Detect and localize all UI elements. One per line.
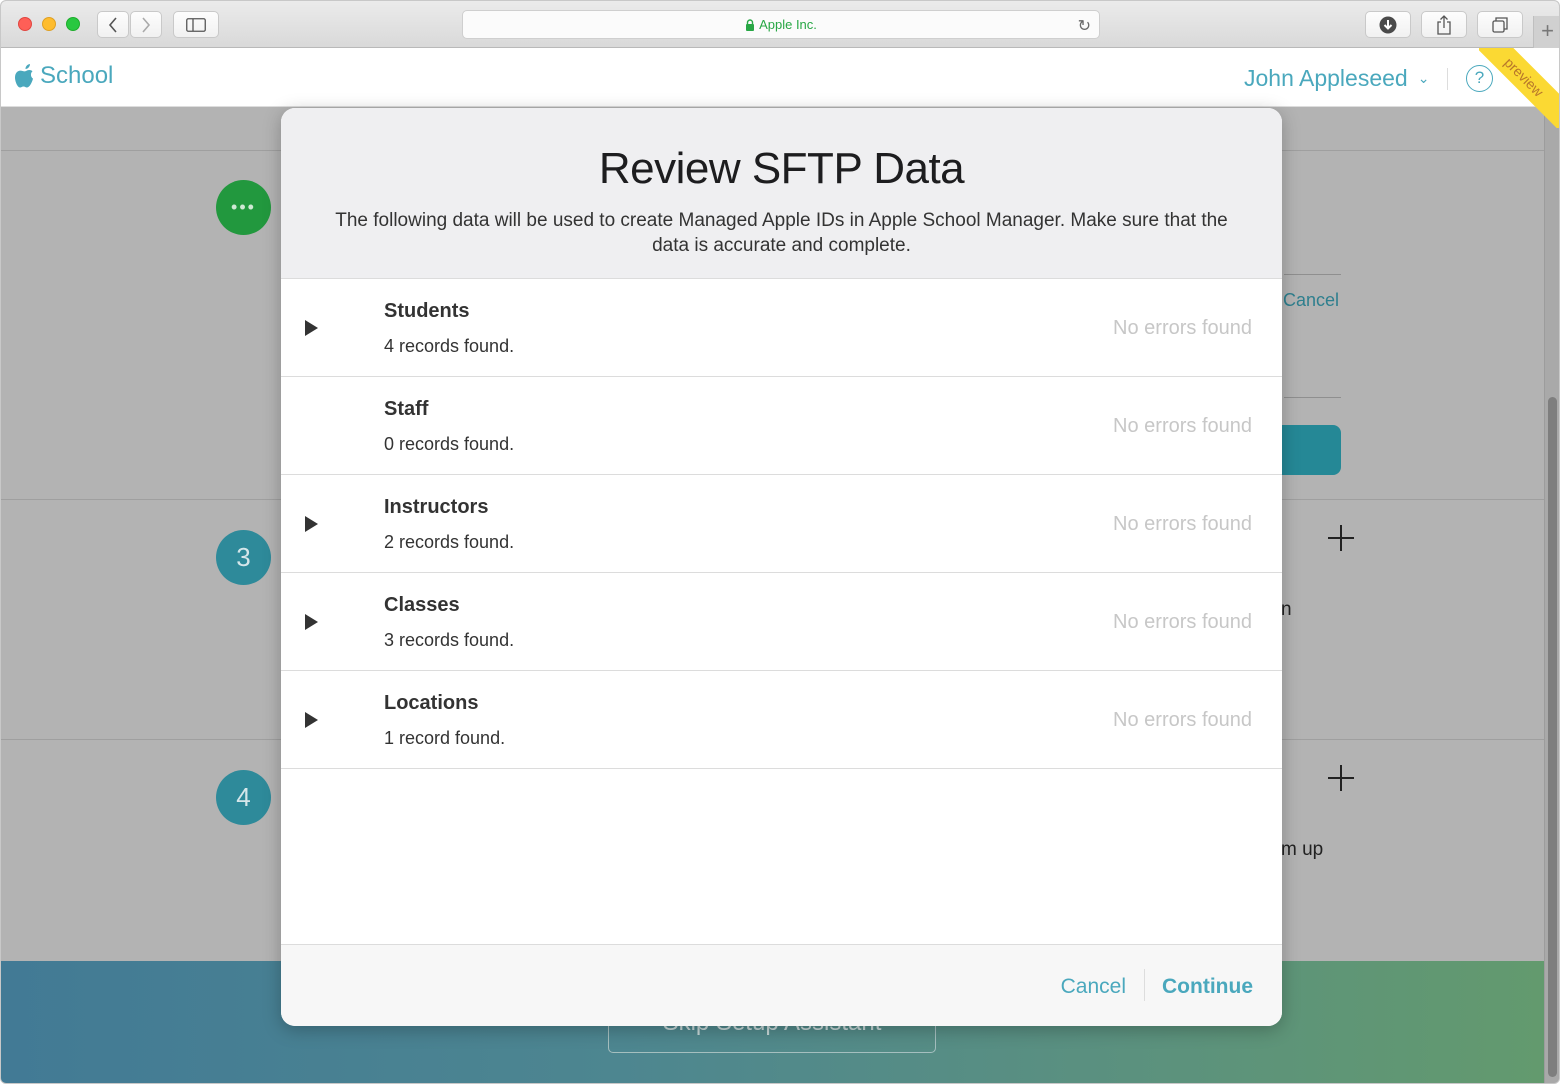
new-tab-button[interactable]: + (1533, 16, 1559, 48)
disclosure-triangle-icon[interactable] (305, 320, 318, 336)
dialog-footer: Cancel Continue (281, 944, 1282, 1026)
record-count: 4 records found. (384, 336, 515, 356)
disclosure-triangle-icon[interactable] (305, 516, 318, 532)
category-name: Staff (384, 398, 429, 420)
validation-status: No errors found (1113, 611, 1252, 633)
divider (1284, 397, 1341, 398)
category-name: Classes (384, 594, 460, 616)
category-name: Instructors (384, 496, 489, 518)
dialog-subtitle: The following data will be used to creat… (335, 210, 1228, 256)
sidebar-toggle-button[interactable] (173, 11, 219, 38)
close-window-button[interactable] (18, 17, 32, 31)
minimize-window-button[interactable] (42, 17, 56, 31)
browser-toolbar: Apple Inc. ↻ + (1, 1, 1559, 48)
zoom-window-button[interactable] (66, 17, 80, 31)
lock-icon (746, 18, 755, 31)
record-count: 2 records found. (384, 532, 515, 552)
data-category-row: Staff 0 records found. No errors found (281, 377, 1282, 475)
step-in-progress-badge: ••• (216, 180, 271, 235)
user-menu[interactable]: John Appleseed ⌄ (1244, 65, 1429, 92)
app-header: School John Appleseed ⌄ ? (1, 48, 1559, 107)
footer-divider (1144, 969, 1145, 1001)
brand-name: School (40, 62, 114, 89)
share-button[interactable] (1421, 11, 1467, 38)
data-category-row[interactable]: Students 4 records found. No errors found (281, 279, 1282, 377)
expand-plus-icon[interactable] (1328, 765, 1354, 791)
data-category-row[interactable]: Instructors 2 records found. No errors fou… (281, 475, 1282, 573)
preview-label: preview (1479, 48, 1559, 128)
background-cancel-link[interactable]: Cancel (1283, 290, 1339, 311)
scrollbar-thumb[interactable] (1548, 397, 1557, 1077)
disclosure-triangle-icon[interactable] (305, 712, 318, 728)
data-category-row[interactable]: Classes 3 records found. No errors found (281, 573, 1282, 671)
tabs-overview-button[interactable] (1477, 11, 1523, 38)
category-name: Locations (384, 692, 479, 714)
data-category-row[interactable]: Locations 1 record found. No errors found (281, 671, 1282, 769)
divider (1284, 274, 1341, 275)
forward-button[interactable] (130, 11, 162, 38)
back-button[interactable] (97, 11, 129, 38)
user-name: John Appleseed (1244, 65, 1408, 91)
review-sftp-dialog: Review SFTP Data The following data will… (281, 108, 1282, 1026)
background-text-fragment: m up (1281, 839, 1324, 860)
data-category-list: Students 4 records found. No errors found S… (281, 279, 1282, 769)
dialog-title: Review SFTP Data (598, 144, 965, 193)
app-logo[interactable]: School (15, 62, 113, 90)
record-count: 0 records found. (384, 434, 515, 454)
disclosure-triangle-icon[interactable] (305, 614, 318, 630)
background-text-fragment: n (1281, 599, 1292, 620)
page-scrollbar[interactable] (1544, 107, 1559, 1083)
validation-status: No errors found (1113, 513, 1252, 535)
continue-button[interactable]: Continue (1162, 975, 1253, 999)
share-icon (1437, 14, 1451, 35)
downloads-button[interactable] (1365, 11, 1411, 38)
dialog-header: Review SFTP Data The following data will… (281, 108, 1282, 279)
address-bar[interactable]: Apple Inc. ↻ (462, 10, 1100, 39)
chevron-right-icon (142, 16, 151, 33)
chevron-down-icon: ⌄ (1417, 70, 1430, 86)
validation-status: No errors found (1113, 709, 1252, 731)
tabs-icon (1492, 16, 1508, 33)
download-icon (1379, 16, 1397, 33)
validation-status: No errors found (1113, 317, 1252, 339)
apple-logo-icon (15, 64, 33, 88)
category-name: Students (384, 300, 470, 322)
expand-plus-icon[interactable] (1328, 525, 1354, 551)
cancel-button[interactable]: Cancel (1061, 975, 1126, 999)
step-4-badge: 4 (216, 770, 271, 825)
record-count: 3 records found. (384, 630, 515, 650)
chevron-left-icon (108, 16, 117, 33)
browser-window: Apple Inc. ↻ + School John Appleseed ⌄ ?… (0, 0, 1560, 1084)
sidebar-icon (186, 17, 206, 32)
address-host: Apple Inc. (759, 17, 817, 32)
reload-icon[interactable]: ↻ (1078, 16, 1091, 36)
header-divider (1447, 68, 1448, 90)
step-3-badge: 3 (216, 530, 271, 585)
validation-status: No errors found (1113, 415, 1252, 437)
preview-ribbon: preview (1479, 48, 1559, 128)
record-count: 1 record found. (384, 728, 506, 748)
